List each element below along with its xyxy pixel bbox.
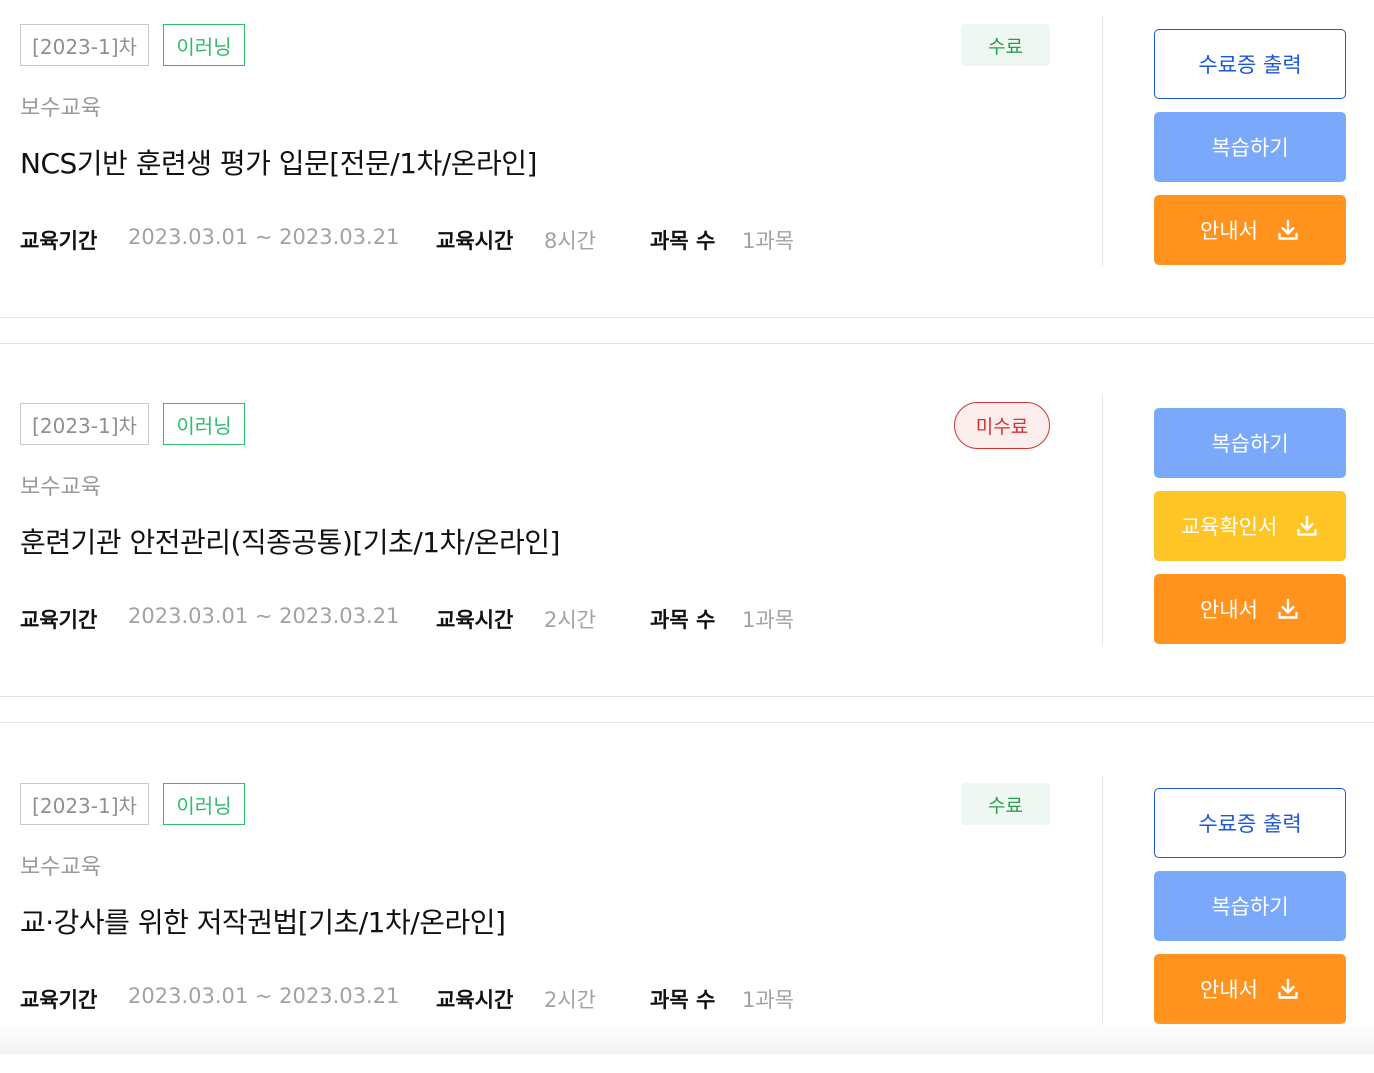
button-label: 복습하기: [1211, 895, 1289, 919]
course-title[interactable]: 교·강사를 위한 저작권법[기초/1차/온라인]: [20, 901, 506, 941]
round-tag: [2023-1]차: [20, 403, 149, 445]
download-icon: [1276, 977, 1300, 1001]
period-label: 교육기간: [20, 988, 98, 1012]
subjects-label: 과목 수: [650, 608, 716, 632]
course-title[interactable]: NCS기반 훈련생 평가 입문[전문/1차/온라인]: [20, 142, 537, 182]
button-label: 안내서: [1200, 598, 1258, 622]
period-label: 교육기간: [20, 229, 98, 253]
review-button[interactable]: 복습하기: [1154, 112, 1346, 182]
button-label: 복습하기: [1211, 136, 1289, 160]
certificate-print-button[interactable]: 수료증 출력: [1154, 29, 1346, 99]
download-icon: [1276, 597, 1300, 621]
period-label: 교육기간: [20, 608, 98, 632]
button-label: 안내서: [1200, 219, 1258, 243]
review-button[interactable]: 복습하기: [1154, 871, 1346, 941]
guide-download-button[interactable]: 안내서: [1154, 574, 1346, 644]
subjects-label: 과목 수: [650, 229, 716, 253]
button-label: 교육확인서: [1180, 515, 1278, 539]
course-category: 보수교육: [20, 855, 101, 880]
guide-download-button[interactable]: 안내서: [1154, 954, 1346, 1024]
certificate-print-button[interactable]: 수료증 출력: [1154, 788, 1346, 858]
hours-label: 교육시간: [436, 988, 514, 1012]
round-tag: [2023-1]차: [20, 24, 149, 66]
course-card: [2023-1]차 이러닝 보수교육 훈련기관 안전관리(직종공통)[기초/1차…: [0, 395, 1374, 693]
elearning-tag: 이러닝: [163, 24, 245, 66]
course-card: [2023-1]차 이러닝 보수교육 NCS기반 훈련생 평가 입문[전문/1차…: [0, 16, 1374, 314]
button-label: 안내서: [1200, 978, 1258, 1002]
elearning-tag: 이러닝: [163, 403, 245, 445]
button-label: 수료증 출력: [1198, 53, 1302, 77]
period-value: 2023.03.01 ~ 2023.03.21: [128, 225, 400, 249]
course-category: 보수교육: [20, 96, 101, 121]
subjects-value: 1과목: [742, 988, 795, 1012]
subjects-value: 1과목: [742, 608, 795, 632]
period-value: 2023.03.01 ~ 2023.03.21: [128, 984, 400, 1008]
hours-label: 교육시간: [436, 608, 514, 632]
section-divider: [0, 696, 1374, 697]
section-divider: [0, 343, 1374, 344]
confirmation-download-button[interactable]: 교육확인서: [1154, 491, 1346, 561]
hours-value: 2시간: [544, 988, 597, 1012]
vertical-divider: [1102, 395, 1103, 645]
subjects-value: 1과목: [742, 229, 795, 253]
vertical-divider: [1102, 16, 1103, 266]
status-badge: 수료: [961, 24, 1050, 66]
download-icon: [1276, 218, 1300, 242]
subjects-label: 과목 수: [650, 988, 716, 1012]
button-label: 복습하기: [1211, 432, 1289, 456]
section-divider: [0, 722, 1374, 723]
guide-download-button[interactable]: 안내서: [1154, 195, 1346, 265]
section-divider: [0, 317, 1374, 318]
hours-label: 교육시간: [436, 229, 514, 253]
round-tag: [2023-1]차: [20, 783, 149, 825]
course-title[interactable]: 훈련기관 안전관리(직종공통)[기초/1차/온라인]: [20, 521, 560, 561]
hours-value: 2시간: [544, 608, 597, 632]
elearning-tag: 이러닝: [163, 783, 245, 825]
status-badge: 미수료: [954, 402, 1050, 449]
review-button[interactable]: 복습하기: [1154, 408, 1346, 478]
course-category: 보수교육: [20, 475, 101, 500]
status-badge: 수료: [961, 783, 1050, 825]
period-value: 2023.03.01 ~ 2023.03.21: [128, 604, 400, 628]
button-label: 수료증 출력: [1198, 812, 1302, 836]
hours-value: 8시간: [544, 229, 597, 253]
bottom-shadow: [0, 1020, 1374, 1054]
download-icon: [1295, 514, 1319, 538]
vertical-divider: [1102, 775, 1103, 1025]
